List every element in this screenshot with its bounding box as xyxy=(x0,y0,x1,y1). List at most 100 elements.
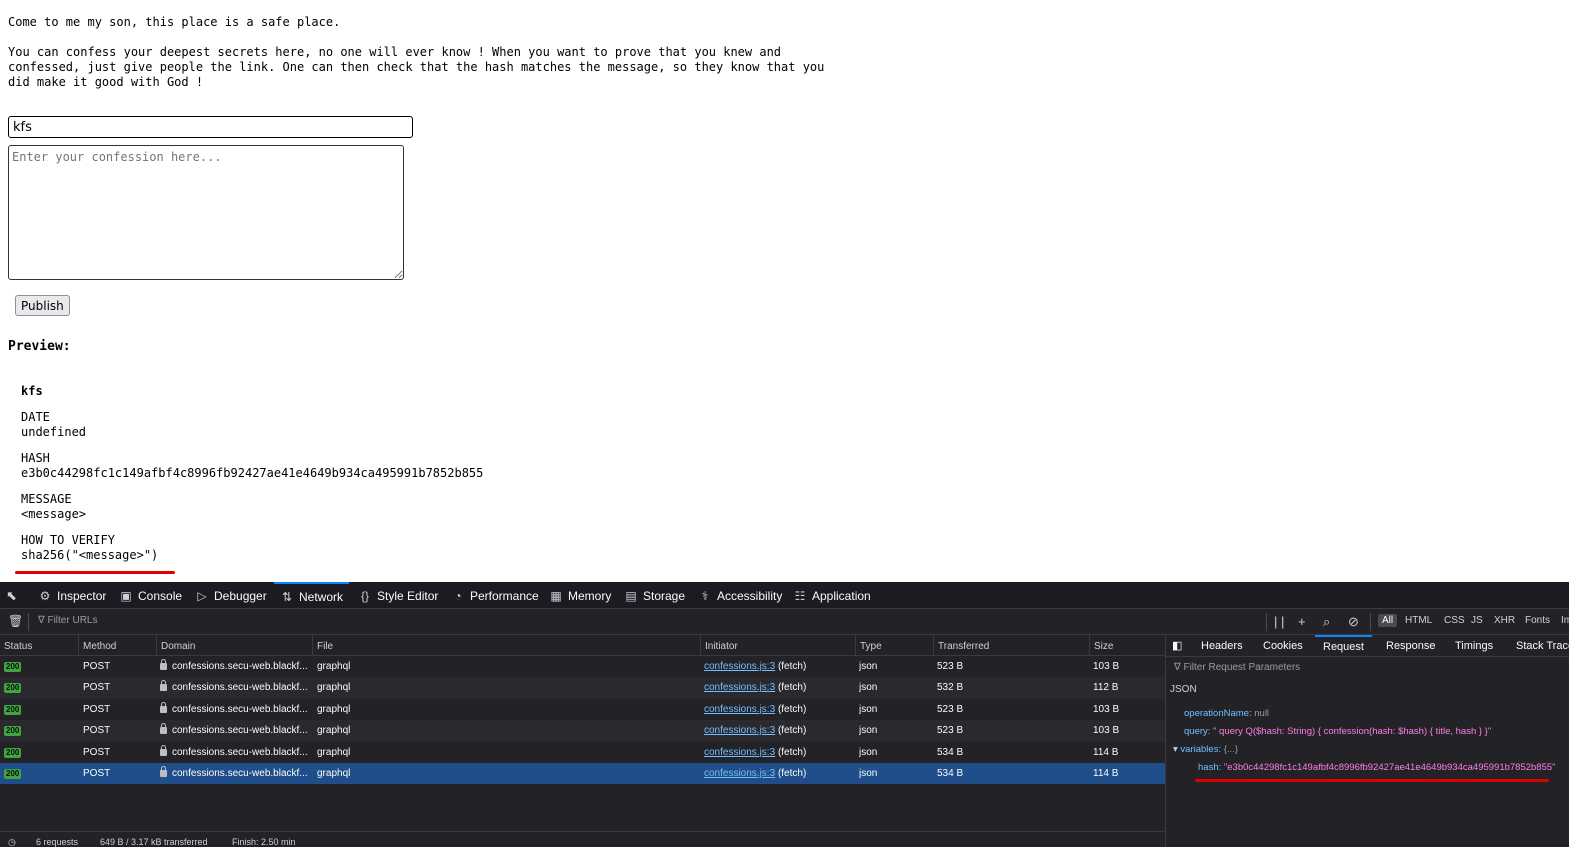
expand-triangle-icon[interactable]: ▾ xyxy=(1173,744,1178,755)
lock-icon xyxy=(160,723,167,735)
filter-images-button[interactable]: Im xyxy=(1561,615,1569,626)
tab-network[interactable]: ⇅ Network xyxy=(274,582,350,609)
debugger-icon: ▷ xyxy=(197,588,207,603)
column-size[interactable]: Size xyxy=(1089,635,1165,656)
cell-status: 200 xyxy=(4,677,22,698)
tab-stack-trace[interactable]: Stack Trace xyxy=(1516,635,1569,657)
initiator-link[interactable]: confessions.js:3 xyxy=(704,704,775,715)
json-heading: JSON xyxy=(1170,684,1197,695)
cell-file: graphql xyxy=(317,661,351,672)
tab-label: Style Editor xyxy=(377,588,439,603)
cell-status: 200 xyxy=(4,699,22,720)
red-underline-annotation xyxy=(15,571,175,574)
initiator-link[interactable]: confessions.js:3 xyxy=(704,768,775,779)
console-icon: ▣ xyxy=(120,588,132,603)
column-file[interactable]: File xyxy=(312,635,700,656)
preview-heading: Preview: xyxy=(8,339,71,354)
pause-icon[interactable]: | | xyxy=(1274,614,1284,629)
filter-js-button[interactable]: JS xyxy=(1471,615,1483,626)
tab-label: Storage xyxy=(643,588,686,603)
tab-storage[interactable]: ▤ Storage xyxy=(624,582,685,609)
publish-button[interactable]: Publish xyxy=(15,295,70,316)
cell-initiator: confessions.js:3 (fetch) xyxy=(704,742,806,763)
filter-html-button[interactable]: HTML xyxy=(1405,615,1432,626)
table-row[interactable]: 200 POST confessions.secu-web.blackf... gra… xyxy=(0,742,1165,763)
table-row[interactable]: 200 POST confessions.secu-web.blackf... gra… xyxy=(0,699,1165,720)
cell-type: json xyxy=(859,725,878,737)
table-row[interactable]: 200 POST confessions.secu-web.blackf... gra… xyxy=(0,656,1165,677)
json-value: {...} xyxy=(1223,744,1238,755)
initiator-link[interactable]: confessions.js:3 xyxy=(704,661,775,672)
tab-console[interactable]: ▣ Console xyxy=(119,582,182,609)
element-picker-icon[interactable]: ⬉ xyxy=(6,588,17,604)
status-badge: 200 xyxy=(4,747,22,758)
initiator-kind: (fetch) xyxy=(777,703,807,715)
initiator-link[interactable]: confessions.js:3 xyxy=(704,747,775,758)
filter-urls-input[interactable]: ∇ Filter URLs xyxy=(38,615,97,626)
add-icon[interactable]: + xyxy=(1298,614,1306,629)
table-row[interactable]: 200 POST confessions.secu-web.blackf... gra… xyxy=(0,677,1165,699)
cell-size: 103 B xyxy=(1093,661,1120,672)
filter-fonts-button[interactable]: Fonts xyxy=(1525,615,1550,626)
tab-memory[interactable]: ▦ Memory xyxy=(549,582,611,609)
table-row[interactable]: 200 POST confessions.secu-web.blackf... gra… xyxy=(0,720,1165,742)
inspector-icon: ⚙ xyxy=(39,588,51,603)
json-key: operationName: xyxy=(1184,708,1252,719)
tab-performance[interactable]: ◔ Performance xyxy=(451,582,538,609)
cell-domain: confessions.secu-web.blackf... xyxy=(160,677,308,698)
column-domain[interactable]: Domain xyxy=(156,635,312,656)
initiator-link[interactable]: confessions.js:3 xyxy=(704,725,775,736)
cell-domain: confessions.secu-web.blackf... xyxy=(160,656,308,677)
filter-request-params-input[interactable]: ∇ Filter Request Parameters xyxy=(1174,662,1300,673)
trash-icon[interactable]: 🗑︎ xyxy=(8,614,23,628)
clock-icon: ◷ xyxy=(8,837,16,847)
tab-debugger[interactable]: ▷ Debugger xyxy=(195,582,266,609)
preview-title: kfs xyxy=(21,384,43,398)
network-status-bar: ◷ 6 requests 649 B / 3.17 kB transferred… xyxy=(0,831,1165,847)
filter-xhr-button[interactable]: XHR xyxy=(1494,615,1515,626)
cell-file: graphql xyxy=(317,703,351,715)
tab-inspector[interactable]: ⚙ Inspector xyxy=(38,582,107,609)
column-status[interactable]: Status xyxy=(0,635,78,656)
json-variables-row[interactable]: ▾ variables: {...} xyxy=(1173,744,1238,755)
block-icon[interactable]: ⊘ xyxy=(1348,614,1359,630)
json-value: " query Q($hash: String) { confession(ha… xyxy=(1213,726,1492,737)
tab-timings[interactable]: Timings xyxy=(1455,635,1493,657)
filter-css-button[interactable]: CSS xyxy=(1444,615,1465,626)
cell-initiator: confessions.js:3 (fetch) xyxy=(704,656,806,677)
table-row[interactable]: 200 POST confessions.secu-web.blackf... gra… xyxy=(0,763,1165,785)
devtools-toolbar: ⬉ ⚙ Inspector ▣ Console ▷ Debugger ⇅ Network… xyxy=(0,582,1569,609)
tab-response[interactable]: Response xyxy=(1386,635,1436,657)
filter-all-button[interactable]: All xyxy=(1378,614,1398,627)
tab-accessibility[interactable]: ⚕ Accessibility xyxy=(698,582,783,609)
tab-headers[interactable]: Headers xyxy=(1201,635,1243,657)
accessibility-icon: ⚕ xyxy=(701,588,709,603)
tab-request[interactable]: Request xyxy=(1315,635,1372,657)
title-input[interactable] xyxy=(8,116,413,138)
confession-textarea[interactable] xyxy=(8,145,404,280)
tab-style-editor[interactable]: {} Style Editor xyxy=(358,582,438,609)
column-transferred[interactable]: Transferred xyxy=(933,635,1089,656)
cell-initiator: confessions.js:3 (fetch) xyxy=(704,720,806,741)
network-request-table: Status Method Domain File Initiator Type… xyxy=(0,635,1165,831)
initiator-link[interactable]: confessions.js:3 xyxy=(704,682,775,693)
json-hash-row: hash: "e3b0c44298fc1c149afbf4c8996fb9242… xyxy=(1198,762,1556,773)
details-tabs: ◧ Headers Cookies Request Response Timin… xyxy=(1166,635,1569,657)
tab-cookies[interactable]: Cookies xyxy=(1263,635,1303,657)
column-initiator[interactable]: Initiator xyxy=(700,635,855,656)
lock-icon xyxy=(160,744,167,756)
status-badge: 200 xyxy=(4,683,22,694)
toggle-sidebar-icon[interactable]: ◧ xyxy=(1172,635,1182,657)
search-icon[interactable]: ⌕ xyxy=(1323,614,1330,630)
cell-file: graphql xyxy=(317,768,351,779)
cell-domain: confessions.secu-web.blackf... xyxy=(160,742,308,763)
cell-transferred: 523 B xyxy=(937,661,964,672)
domain-text: confessions.secu-web.blackf... xyxy=(172,682,308,694)
column-type[interactable]: Type xyxy=(855,635,933,656)
divider xyxy=(1370,613,1371,631)
column-method[interactable]: Method xyxy=(78,635,156,656)
cell-domain: confessions.secu-web.blackf... xyxy=(160,763,308,784)
initiator-kind: (fetch) xyxy=(777,661,807,672)
tab-application[interactable]: ☷ Application xyxy=(793,582,871,609)
cell-size: 114 B xyxy=(1093,746,1119,758)
